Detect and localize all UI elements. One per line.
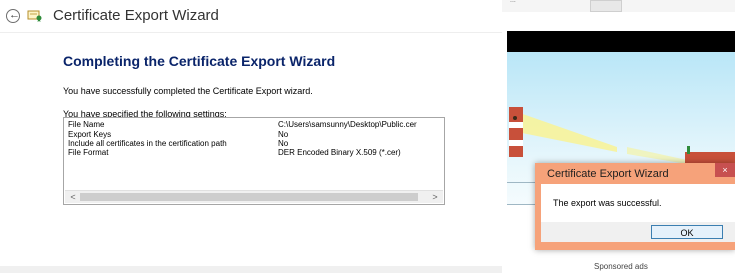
ok-button[interactable]: OK [651, 225, 723, 239]
setting-key: File Format [68, 148, 109, 157]
scroll-left-icon[interactable]: < [67, 191, 79, 203]
close-icon[interactable]: × [715, 163, 735, 177]
setting-key: File Name [68, 120, 105, 129]
wizard-titlebar: ← Certificate Export Wizard [0, 0, 502, 32]
scroll-right-icon[interactable]: > [429, 191, 441, 203]
wizard-body: Completing the Certificate Export Wizard… [0, 32, 502, 274]
page-heading: Completing the Certificate Export Wizard [63, 53, 336, 69]
setting-value: C:\Users\samsunny\Desktop\Public.cer [278, 120, 417, 129]
dialog-message: The export was successful. [553, 198, 662, 208]
certificate-icon [27, 10, 42, 22]
scrollbar-thumb[interactable] [80, 193, 418, 201]
wizard-title: Certificate Export Wizard [53, 7, 219, 24]
sponsored-ads-label: Sponsored ads [594, 262, 648, 271]
background-tab[interactable] [590, 0, 622, 12]
certificate-export-wizard: ← Certificate Export Wizard Completing t… [0, 0, 502, 274]
dialog-content: The export was successful. OK [541, 184, 735, 242]
horizontal-scrollbar[interactable]: < > [65, 190, 443, 203]
wizard-footer [0, 266, 502, 273]
setting-value: DER Encoded Binary X.509 (*.cer) [278, 148, 401, 157]
background-top-strip: ... [502, 0, 735, 12]
settings-list[interactable]: File Name C:\Users\samsunny\Desktop\Publ… [63, 117, 445, 205]
success-text: You have successfully completed the Cert… [63, 86, 313, 96]
back-button[interactable]: ← [6, 9, 20, 23]
export-success-dialog: Certificate Export Wizard × The export w… [535, 163, 735, 250]
dialog-title: Certificate Export Wizard [547, 168, 669, 180]
back-arrow-icon: ← [9, 9, 20, 21]
background-top-text: ... [510, 0, 516, 4]
dialog-button-bar: OK [541, 222, 735, 242]
video-header-bar [507, 31, 735, 52]
